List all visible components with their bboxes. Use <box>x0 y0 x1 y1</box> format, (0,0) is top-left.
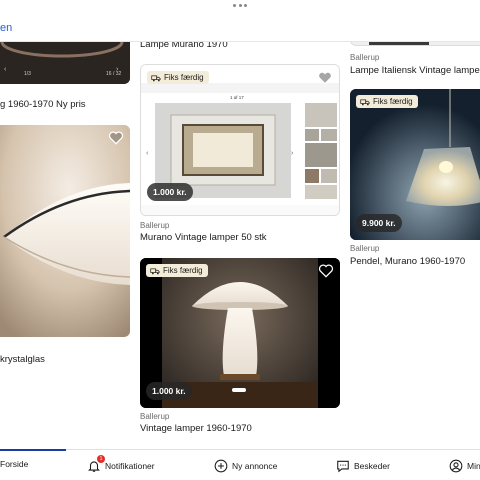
listing-location: Ballerup <box>350 53 380 62</box>
listing-card[interactable]: Fiks færdig 9.900 kr. Ballerup Pendel, M… <box>350 89 480 269</box>
nav-new-listing-label: Ny annonce <box>232 461 278 471</box>
tag-label: Fiks færdig <box>164 73 204 82</box>
more-dots-icon[interactable] <box>233 4 247 8</box>
listing-image[interactable]: Fiks færdig 1.000 kr. <box>140 258 340 408</box>
price-badge: 1.000 kr. <box>147 183 193 201</box>
favorite-heart-icon[interactable] <box>108 131 124 145</box>
nav-new-listing[interactable]: Ny annonce <box>214 459 277 473</box>
listing-card[interactable]: krystalglas <box>0 125 130 370</box>
truck-icon <box>151 75 161 81</box>
nav-home[interactable]: Forside <box>0 459 28 469</box>
truck-icon <box>360 99 370 105</box>
tag-label: Fiks færdig <box>373 97 413 106</box>
listing-title[interactable]: g 1960-1970 Ny pris <box>0 99 86 110</box>
nav-home-label: Forside <box>0 459 29 469</box>
nav-profile[interactable]: Min <box>449 459 480 473</box>
truck-icon <box>150 268 160 274</box>
nav-notifications[interactable]: 1 Notifikationer <box>87 455 155 473</box>
listing-image[interactable]: Fiks færdig 9.900 kr. <box>350 89 480 240</box>
listing-location: Ballerup <box>140 221 170 230</box>
user-circle-icon <box>449 459 463 473</box>
favorite-heart-icon[interactable] <box>318 264 334 278</box>
listing-title[interactable]: krystalglas <box>0 354 45 365</box>
fiks-faerdig-tag: Fiks færdig <box>356 95 418 108</box>
listing-location: Ballerup <box>140 412 170 421</box>
nav-profile-label: Min <box>467 461 480 471</box>
nav-notifications-label: Notifikationer <box>105 461 155 471</box>
listing-title[interactable]: Pendel, Murano 1960-1970 <box>350 256 465 267</box>
listing-title[interactable]: Lampe Italiensk Vintage lamper <box>350 65 480 76</box>
bottom-navigation: Forside 1 Notifikationer Ny annonce Besk… <box>0 449 480 480</box>
listing-image[interactable]: 1 af 17 ‹ › Fiks færdig 1.000 kr. <box>140 64 340 216</box>
nav-messages[interactable]: Beskeder <box>336 459 390 473</box>
plus-circle-icon <box>214 459 228 473</box>
chat-icon <box>337 460 349 473</box>
listing-card[interactable]: 1 af 17 ‹ › Fiks færdig 1.000 kr. Baller… <box>140 64 340 246</box>
fiks-faerdig-tag: Fiks færdig <box>146 264 208 277</box>
listing-title[interactable]: Vintage lamper 1960-1970 <box>140 423 252 434</box>
price-badge: 9.900 kr. <box>356 214 402 232</box>
inner-counter: 1 af 17 <box>230 95 244 100</box>
image-counter: 1/3 <box>24 71 31 77</box>
lamp-photo <box>0 125 130 337</box>
active-tab-indicator <box>0 449 66 451</box>
top-bar: en <box>0 0 480 42</box>
listing-card[interactable]: Fiks færdig 1.000 kr. Ballerup Vintage l… <box>140 258 340 438</box>
listing-location: Ballerup <box>350 244 380 253</box>
back-link[interactable]: en <box>0 22 12 34</box>
image-counter-right: 16 / 32 <box>106 71 122 77</box>
listing-image[interactable] <box>0 125 130 337</box>
notification-badge: 1 <box>97 455 105 463</box>
nav-messages-label: Beskeder <box>354 461 390 471</box>
listing-title[interactable]: Murano Vintage lamper 50 stk <box>140 232 267 243</box>
favorite-heart-icon[interactable] <box>317 71 333 85</box>
fiks-faerdig-tag: Fiks færdig <box>147 71 209 84</box>
tag-label: Fiks færdig <box>163 266 203 275</box>
price-badge: 1.000 kr. <box>146 382 192 400</box>
